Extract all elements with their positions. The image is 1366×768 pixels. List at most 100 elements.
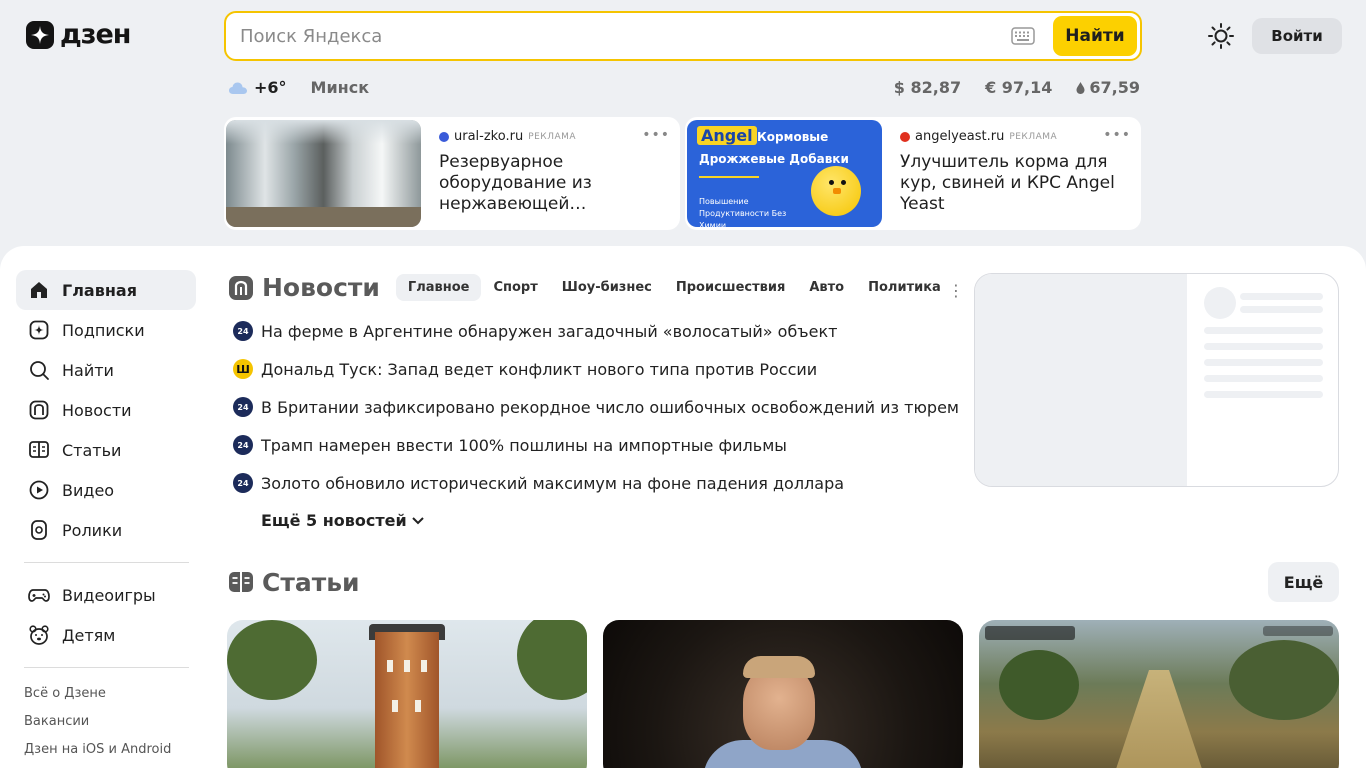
rate-eur: € 97,14 [985, 78, 1053, 97]
sidebar-item-news[interactable]: Новости [16, 390, 196, 430]
rate-usd: $ 82,87 [893, 78, 962, 97]
news-tabs: Главное Спорт Шоу-бизнес Происшествия Ав… [395, 274, 953, 301]
ad-favicon [900, 131, 910, 142]
news-headline: На ферме в Аргентине обнаружен загадочны… [261, 321, 838, 341]
dzen-logo[interactable]: дзен [26, 19, 131, 50]
login-button[interactable]: Войти [1252, 18, 1342, 54]
ad-banner-title: Кормовые [757, 130, 829, 144]
ad-domain: angelyeast.ru РЕКЛАМА [900, 129, 1129, 144]
articles-icon [29, 441, 49, 458]
news-item[interactable]: 24 Трамп намерен ввести 100% пошлины на … [233, 426, 959, 464]
article-card-portrait[interactable] [603, 620, 963, 768]
article-card-game[interactable] [979, 620, 1339, 768]
articles-header: Статьи [228, 568, 360, 597]
sidebar-item-videogames[interactable]: Видеоигры [16, 575, 196, 615]
ad-image-tanks [226, 120, 421, 227]
ad-banner-badge: Angel [697, 126, 757, 145]
tab-auto[interactable]: Авто [797, 274, 856, 301]
search-bar: Найти [224, 11, 1142, 61]
articles-section-icon [229, 571, 253, 592]
ad-card[interactable]: ural-zko.ru РЕКЛАМА Резервуарное оборудо… [224, 117, 680, 230]
rate-oil: 67,59 [1076, 78, 1140, 97]
tab-main[interactable]: Главное [395, 274, 482, 301]
tabs-more-icon[interactable]: ⋮ [948, 281, 964, 300]
ad-tag: РЕКЛАМА [528, 131, 577, 142]
sidebar-item-home[interactable]: Главная [16, 270, 196, 310]
source-icon: 24 [233, 473, 253, 493]
ad-domain-text: angelyeast.ru [915, 129, 1005, 144]
more-options-icon[interactable]: ••• [1103, 127, 1131, 143]
news-headline: Трамп намерен ввести 100% пошлины на имп… [261, 435, 787, 455]
sidebar-item-label: Детям [62, 625, 116, 645]
main-panel: Главная Подписки Найти Новости Статьи Ви… [0, 246, 1366, 768]
divider [24, 562, 189, 563]
sidebar-item-search[interactable]: Найти [16, 350, 196, 390]
news-header: Новости Главное Спорт Шоу-бизнес Происше… [228, 273, 964, 302]
footer-link-about[interactable]: Всё о Дзене [16, 680, 196, 708]
sidebar-item-label: Главная [62, 280, 137, 300]
ad-domain-text: ural-zko.ru [454, 129, 524, 144]
footer-link-apps[interactable]: Дзен на iOS и Android [16, 736, 196, 764]
ad-title: Улучшитель корма для кур, свиней и КРС A… [900, 152, 1115, 214]
tab-sport[interactable]: Спорт [481, 274, 549, 301]
sidebar-item-subscriptions[interactable]: Подписки [16, 310, 196, 350]
article-card-water-tower[interactable] [227, 620, 587, 768]
video-icon [29, 480, 49, 500]
logo-text: дзен [60, 19, 131, 50]
city-name[interactable]: Минск [311, 78, 370, 97]
ad-card[interactable]: Angel Кормовые Дрожжевые Добавки Повышен… [685, 117, 1141, 230]
home-icon [31, 282, 47, 298]
sidebar: Главная Подписки Найти Новости Статьи Ви… [16, 270, 196, 764]
rate-oil-value: 67,59 [1089, 78, 1140, 97]
news-headline: Дональд Туск: Запад ведет конфликт новог… [261, 359, 818, 379]
gamepad-icon [28, 589, 50, 602]
sidebar-item-label: Новости [62, 400, 132, 420]
sidebar-item-label: Ролики [62, 520, 123, 540]
footer-link-vacancies[interactable]: Вакансии [16, 708, 196, 736]
source-icon: 24 [233, 321, 253, 341]
sidebar-item-label: Видео [62, 480, 115, 500]
news-item[interactable]: 24 В Британии зафиксировано рекордное чи… [233, 388, 959, 426]
keyboard-icon[interactable] [1011, 27, 1035, 45]
ad-domain: ural-zko.ru РЕКЛАМА [439, 129, 668, 144]
articles-more-button[interactable]: Ещё [1268, 562, 1339, 602]
sidebar-item-articles[interactable]: Статьи [16, 430, 196, 470]
news-title: Новости [262, 273, 380, 302]
source-icon: 24 [233, 397, 253, 417]
search-input[interactable] [226, 25, 1011, 47]
oil-drop-icon [1076, 81, 1085, 94]
sidebar-item-shorts[interactable]: Ролики [16, 510, 196, 550]
sidebar-item-label: Статьи [62, 440, 122, 460]
news-section-icon [229, 275, 253, 300]
loading-placeholder-card [974, 273, 1339, 487]
sidebar-item-video[interactable]: Видео [16, 470, 196, 510]
ad-title: Резервуарное оборудование из нержавеющей… [439, 152, 592, 214]
news-headline: В Британии зафиксировано рекордное число… [261, 397, 959, 417]
dzen-star-icon [26, 21, 54, 49]
news-item[interactable]: 24 Золото обновило исторический максимум… [233, 464, 959, 502]
news-item[interactable]: 24 На ферме в Аргентине обнаружен загадо… [233, 312, 959, 350]
source-icon: 24 [233, 435, 253, 455]
ad-image-angel: Angel Кормовые Дрожжевые Добавки Повышен… [687, 120, 882, 227]
search-icon [30, 361, 49, 380]
sidebar-item-label: Подписки [62, 320, 145, 340]
theme-toggle-sun-icon[interactable] [1207, 22, 1235, 50]
more-news-button[interactable]: Ещё 5 новостей [261, 511, 425, 530]
currency-rates[interactable]: $ 82,87 € 97,14 67,59 [894, 78, 1140, 97]
temperature: +6° [254, 78, 287, 97]
more-options-icon[interactable]: ••• [642, 127, 670, 143]
news-icon [29, 400, 49, 420]
tab-incidents[interactable]: Происшествия [664, 274, 797, 301]
sidebar-item-kids[interactable]: Детям [16, 615, 196, 655]
news-item[interactable]: Ш Дональд Туск: Запад ведет конфликт нов… [233, 350, 959, 388]
news-list: 24 На ферме в Аргентине обнаружен загадо… [233, 312, 959, 502]
kids-bear-icon [29, 625, 49, 645]
search-button[interactable]: Найти [1053, 16, 1137, 56]
ad-banner-subtitle: Повышение Продуктивности Без Химии [699, 197, 787, 227]
tab-showbiz[interactable]: Шоу-бизнес [550, 274, 664, 301]
articles-title: Статьи [262, 568, 360, 597]
weather-widget[interactable]: +6° Минск [228, 78, 369, 97]
sidebar-item-label: Найти [62, 360, 114, 380]
tab-politics[interactable]: Политика [856, 274, 953, 301]
news-headline: Золото обновило исторический максимум на… [261, 473, 845, 493]
